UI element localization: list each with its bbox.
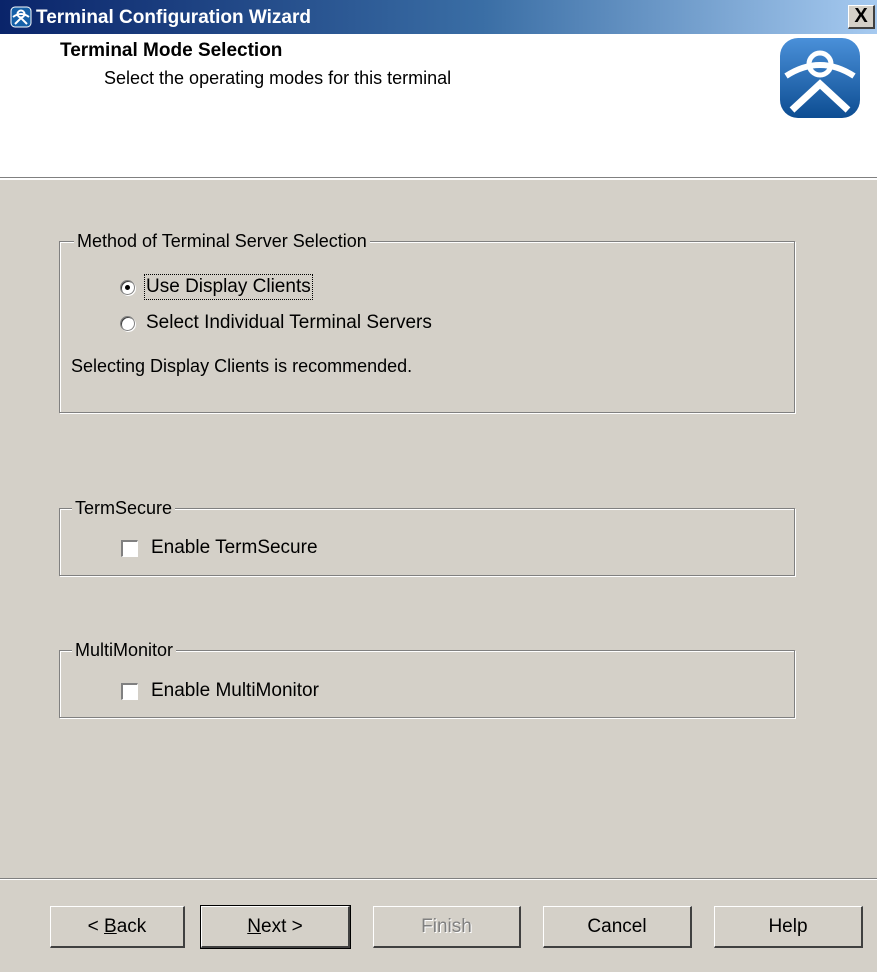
checkbox-icon: [121, 682, 138, 700]
radio-checked-icon: [120, 279, 135, 295]
enable-multimonitor-checkbox[interactable]: Enable MultiMonitor: [121, 680, 319, 702]
thinmanager-logo-icon: [778, 36, 862, 120]
enable-termsecure-checkbox[interactable]: Enable TermSecure: [121, 537, 318, 559]
use-display-clients-radio[interactable]: Use Display Clients: [120, 274, 313, 300]
select-individual-servers-radio[interactable]: Select Individual Terminal Servers: [120, 312, 432, 334]
close-button[interactable]: X: [848, 5, 875, 29]
thinmanager-logo-icon: [10, 6, 32, 28]
next-button[interactable]: Next >: [200, 905, 351, 949]
cancel-button[interactable]: Cancel: [543, 906, 692, 948]
finish-button: Finish: [373, 906, 521, 948]
recommendation-note: Selecting Display Clients is recommended…: [71, 356, 413, 376]
radio-unchecked-icon: [120, 315, 135, 331]
radio-label: Select Individual Terminal Servers: [146, 312, 432, 333]
checkbox-label: Enable TermSecure: [151, 537, 318, 558]
back-button[interactable]: < Back: [50, 906, 185, 948]
close-icon: X: [854, 5, 868, 27]
page-subtitle: Select the operating modes for this term…: [104, 68, 452, 88]
server-selection-legend: Method of Terminal Server Selection: [74, 230, 370, 252]
checkbox-label: Enable MultiMonitor: [151, 680, 319, 701]
termsecure-legend: TermSecure: [72, 497, 176, 519]
window-title: Terminal Configuration Wizard: [36, 6, 311, 28]
title-bar: Terminal Configuration Wizard X: [0, 0, 877, 34]
radio-label: Use Display Clients: [144, 274, 313, 300]
checkbox-icon: [121, 539, 138, 557]
help-button[interactable]: Help: [714, 906, 863, 948]
page-title: Terminal Mode Selection: [60, 40, 283, 61]
multimonitor-legend: MultiMonitor: [72, 639, 177, 661]
